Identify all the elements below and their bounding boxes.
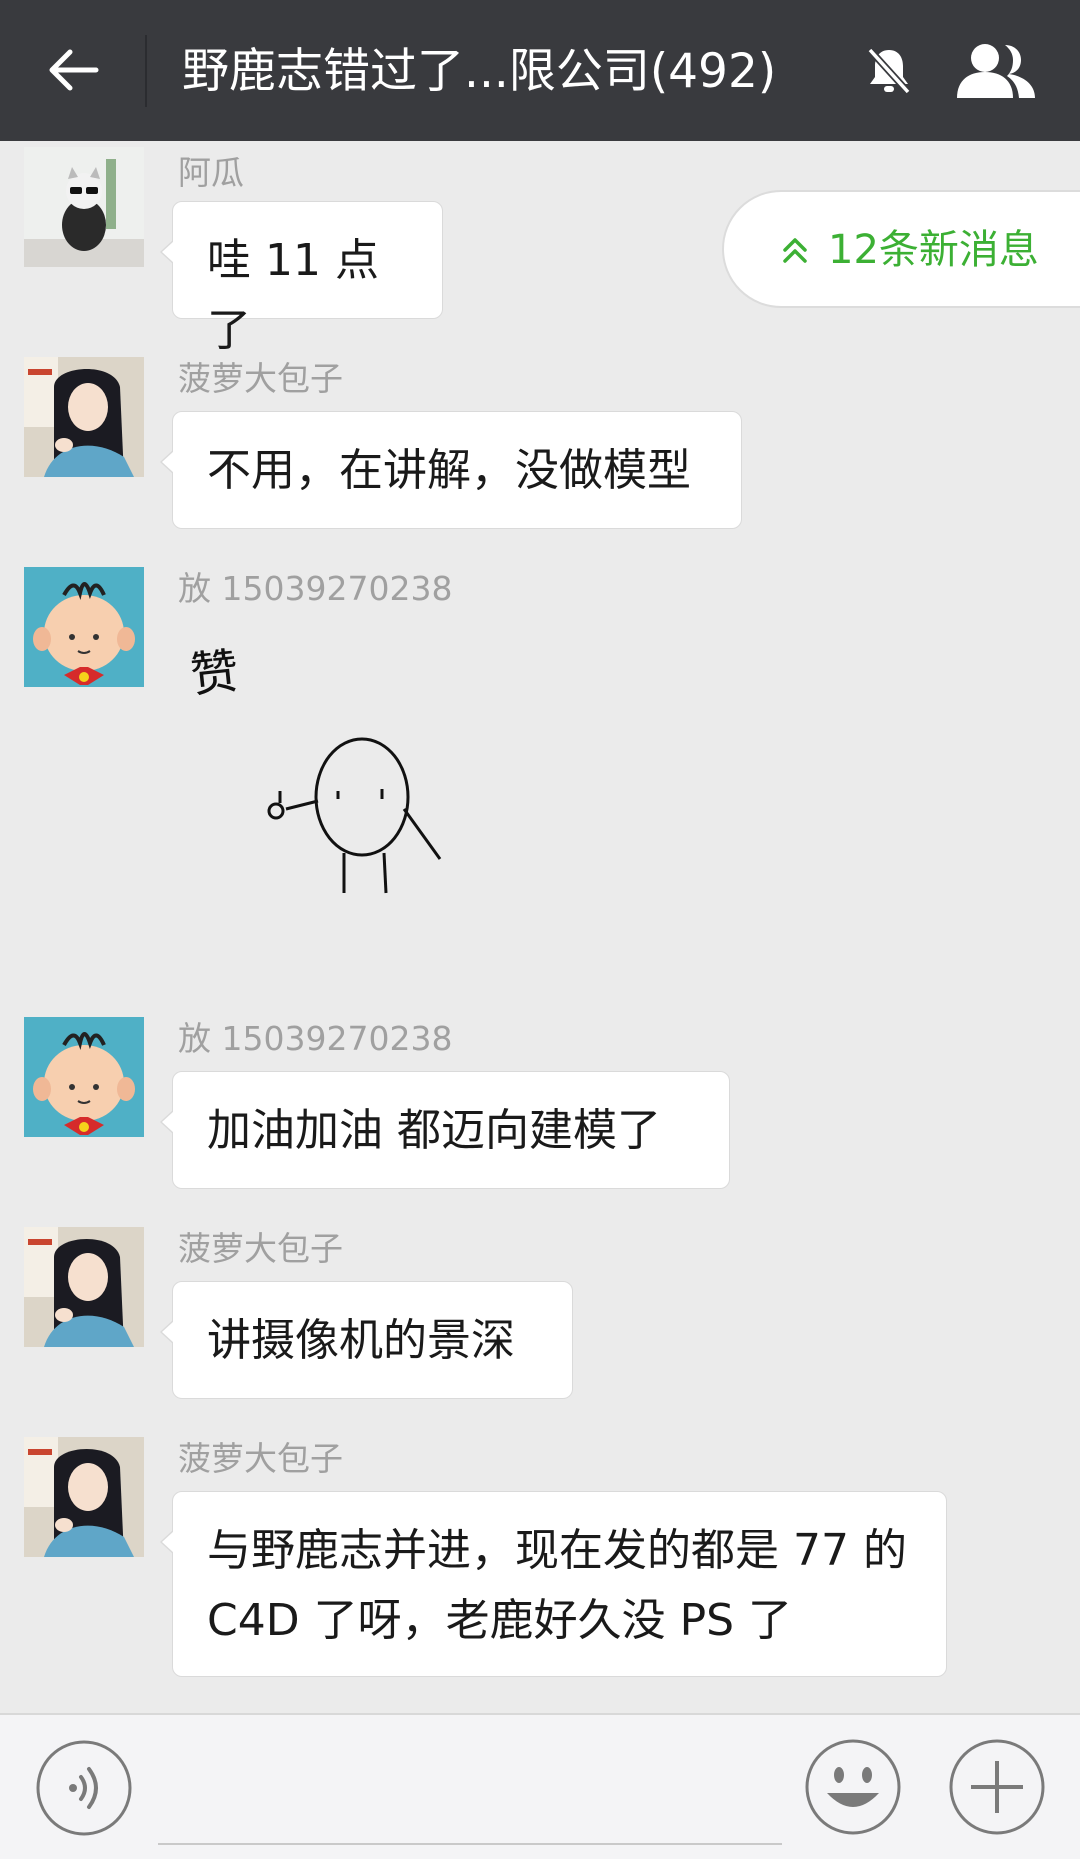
avatar[interactable] (24, 147, 144, 267)
new-messages-label: 12条新消息 (828, 227, 1039, 273)
message-bubble[interactable]: 不用，在讲解，没做模型 (160, 411, 742, 529)
input-bar (0, 1713, 1080, 1859)
message-input[interactable] (158, 1737, 782, 1845)
sender-name: 放 15039270238 (178, 1019, 453, 1058)
smiley-icon[interactable] (803, 1737, 903, 1837)
header-divider (145, 35, 147, 107)
message-text: 哇 11 点了 (207, 235, 379, 356)
thumbs-up-sticker: 赞 (188, 643, 442, 894)
avatar-cat (24, 147, 144, 267)
avatar-cartoon-boy (24, 1017, 144, 1137)
message-bubble[interactable]: 哇 11 点了 (160, 201, 443, 356)
sender-name: 菠萝大包子 (178, 359, 343, 398)
sender-name: 菠萝大包子 (178, 1229, 343, 1268)
sender-name: 放 15039270238 (178, 569, 453, 608)
bell-muted-icon (867, 47, 911, 95)
avatar[interactable] (24, 1017, 144, 1137)
new-messages-button[interactable]: 12条新消息 (722, 190, 1080, 308)
avatar-anime-girl (24, 1227, 144, 1347)
message-bubble[interactable]: 加油加油 都迈向建模了 (160, 1071, 730, 1189)
sticker-text: 赞 (188, 643, 242, 704)
double-chevron-up-icon (783, 238, 807, 263)
sender-name: 菠萝大包子 (178, 1439, 343, 1478)
message-bubble[interactable]: 与野鹿志并进，现在发的都是 77 的 C4D 了呀，老鹿好久没 PS 了 (160, 1491, 947, 1677)
message-bubble[interactable]: 讲摄像机的景深 (160, 1281, 573, 1399)
avatar[interactable] (24, 1437, 144, 1557)
message-text-line: 与野鹿志并进，现在发的都是 77 的 (207, 1525, 907, 1576)
plus-icon[interactable] (947, 1737, 1047, 1837)
sticker-image[interactable]: 赞 (180, 619, 460, 899)
message-text: 加油加油 都迈向建模了 (207, 1105, 661, 1156)
avatar-cartoon-boy (24, 567, 144, 687)
avatar[interactable] (24, 567, 144, 687)
avatar-anime-girl (24, 357, 144, 477)
message-list[interactable]: 阿瓜 哇 11 点了 菠萝大包子 不用，在讲解，没做模型 放 150392702… (0, 141, 1080, 1713)
message-text: 不用，在讲解，没做模型 (207, 445, 691, 496)
message-text-line: C4D 了呀，老鹿好久没 PS 了 (207, 1595, 793, 1646)
group-icon[interactable] (955, 40, 1037, 102)
voice-icon[interactable] (35, 1739, 133, 1837)
avatar-anime-girl (24, 1437, 144, 1557)
chat-title: 野鹿志错过了...限公司(492) (182, 44, 777, 99)
message-text: 讲摄像机的景深 (207, 1315, 515, 1366)
sender-name: 阿瓜 (178, 153, 244, 192)
arrow-left-icon[interactable] (44, 40, 104, 100)
avatar[interactable] (24, 357, 144, 477)
top-bar: 野鹿志错过了...限公司(492) (0, 0, 1080, 141)
avatar[interactable] (24, 1227, 144, 1347)
